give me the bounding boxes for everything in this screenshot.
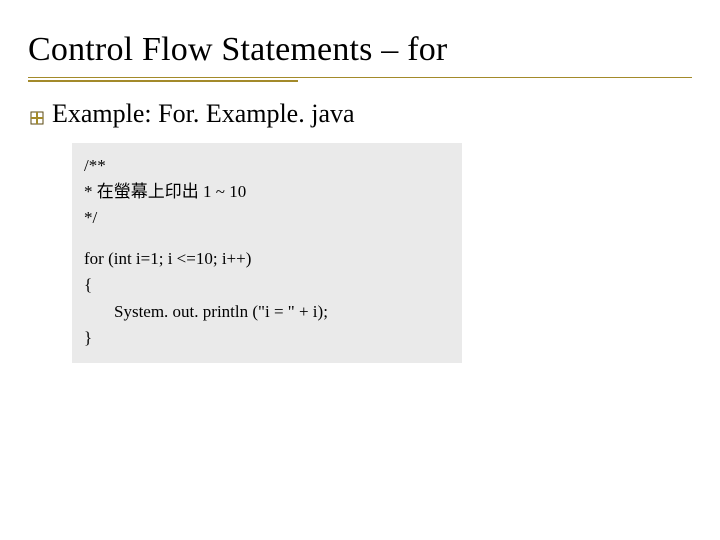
code-block: /** * 在螢幕上印出 1 ~ 10 */ for (int i=1; i <… — [72, 143, 462, 363]
code-line: for (int i=1; i <=10; i++) — [84, 246, 450, 272]
slide: Control Flow Statements – for Example: F… — [0, 0, 720, 540]
code-line: */ — [84, 205, 450, 231]
code-line: { — [84, 272, 450, 298]
code-line: * 在螢幕上印出 1 ~ 10 — [84, 179, 450, 205]
page-title: Control Flow Statements – for — [28, 30, 692, 71]
plus-bullet-icon — [30, 111, 44, 125]
bullet-label: Example: For. Example. java — [52, 99, 355, 129]
code-line: } — [84, 325, 450, 351]
code-line: System. out. println ("i = " + i); — [84, 299, 450, 325]
title-underline — [28, 77, 692, 83]
code-line: /** — [84, 153, 450, 179]
bullet-item: Example: For. Example. java — [30, 99, 692, 129]
